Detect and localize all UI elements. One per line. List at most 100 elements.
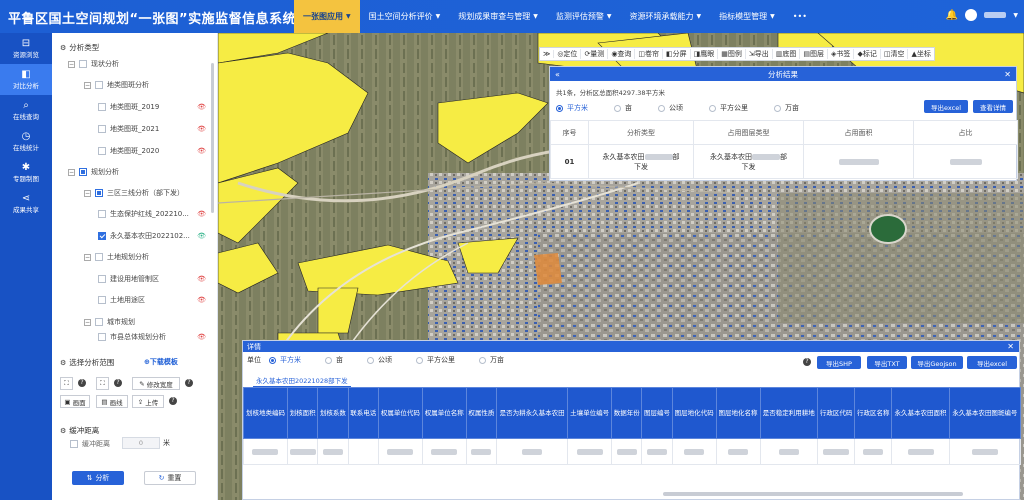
checkbox[interactable] xyxy=(95,318,103,326)
tree-node-planning[interactable]: − 规划分析 xyxy=(68,165,119,179)
tool-coordinates[interactable]: ▲坐标 xyxy=(908,49,933,59)
tree-node-eco-redline[interactable]: 生态保护红线_202210... 👁 xyxy=(98,207,212,221)
help-icon[interactable]: ? xyxy=(185,379,193,387)
draw-rectangle-button[interactable]: ⛶ xyxy=(60,377,73,390)
collapse-icon[interactable]: − xyxy=(84,318,91,326)
checkbox[interactable] xyxy=(70,440,78,448)
export-excel-button[interactable]: 导出excel xyxy=(967,356,1017,369)
buffer-distance-input[interactable]: 0 xyxy=(122,437,160,449)
help-icon[interactable]: ? xyxy=(803,358,811,366)
unit-radio-sqkm[interactable]: 平方公里 xyxy=(709,103,748,113)
tool-basemap[interactable]: ▥底图 xyxy=(773,49,801,59)
upload-button[interactable]: ⇪ 上传 xyxy=(132,395,164,408)
tool-query[interactable]: ◉查询 xyxy=(608,49,636,59)
unit-radio-mu[interactable]: 亩 xyxy=(614,103,632,113)
nav-monitoring[interactable]: 监测评估预警 ▼ xyxy=(547,0,621,33)
checkbox[interactable] xyxy=(79,60,87,68)
tool-split-screen[interactable]: ◧分屏 xyxy=(663,49,691,59)
tool-marker[interactable]: ◆标记 xyxy=(854,49,881,59)
collapse-icon[interactable]: − xyxy=(68,60,75,68)
nav-more[interactable]: ••• xyxy=(784,0,816,33)
eye-icon[interactable]: 👁 xyxy=(197,210,206,218)
rail-item-online-query[interactable]: ⌕ 在线查询 xyxy=(0,95,52,126)
eye-icon[interactable]: 👁 xyxy=(197,333,206,341)
expand-icon[interactable]: ≫ xyxy=(540,50,555,58)
unit-radio-hectare[interactable]: 公顷 xyxy=(367,355,392,365)
tool-export[interactable]: ⇲导出 xyxy=(746,49,773,59)
tree-node-city-plan[interactable]: − 城市规划 xyxy=(84,315,135,329)
eye-icon[interactable]: 👁 xyxy=(197,232,206,240)
unit-radio-hectare[interactable]: 公顷 xyxy=(658,103,683,113)
rail-item-compare-analysis[interactable]: ◧ 对比分析 xyxy=(0,64,52,95)
user-name[interactable] xyxy=(984,12,1007,18)
export-txt-button[interactable]: 导出TXT xyxy=(867,356,907,369)
checkbox[interactable] xyxy=(98,232,106,240)
help-icon[interactable]: ? xyxy=(78,379,86,387)
eye-icon[interactable]: 👁 xyxy=(197,275,206,283)
checkbox[interactable] xyxy=(98,147,106,155)
rail-item-share[interactable]: ⋖ 成果共享 xyxy=(0,188,52,219)
view-detail-button[interactable]: 查看详情 xyxy=(973,100,1013,113)
avatar[interactable] xyxy=(965,9,978,21)
collapse-icon[interactable]: − xyxy=(84,253,91,261)
table-row[interactable] xyxy=(243,438,1022,465)
tool-legend[interactable]: ▦图例 xyxy=(718,49,746,59)
tool-clear[interactable]: ◫清空 xyxy=(881,49,909,59)
collapse-icon[interactable]: − xyxy=(84,189,91,197)
rail-item-online-stats[interactable]: ◷ 在线统计 xyxy=(0,126,52,157)
nav-indicator[interactable]: 指标模型管理 ▼ xyxy=(710,0,784,33)
tool-swipe[interactable]: ◫卷帘 xyxy=(635,49,664,59)
collapse-icon[interactable]: « xyxy=(555,70,560,79)
nav-spatial-analysis[interactable]: 国土空间分析评价 ▼ xyxy=(360,0,450,33)
collapse-icon[interactable]: − xyxy=(84,81,91,89)
tree-scrollbar[interactable] xyxy=(211,63,214,213)
tree-node-land-plan[interactable]: − 土地规划分析 xyxy=(84,250,149,264)
unit-radio-wanmu[interactable]: 万亩 xyxy=(774,103,799,113)
draw-circle-button[interactable]: ⛶ xyxy=(96,377,109,390)
unit-radio-mu[interactable]: 亩 xyxy=(325,355,343,365)
checkbox[interactable] xyxy=(98,103,106,111)
nav-onemap[interactable]: 一张图应用 ▼ xyxy=(294,0,360,33)
tool-measure[interactable]: ⟳量测 xyxy=(581,49,609,59)
tree-node-landuse-2021[interactable]: 地类图斑_2021 👁 xyxy=(98,122,212,136)
tree-node-land-use-zone[interactable]: 土地用途区 👁 xyxy=(98,293,212,307)
download-template-link[interactable]: ⊕下载模板 xyxy=(144,357,178,367)
reset-button[interactable]: ↻ 重置 xyxy=(144,471,196,485)
checkbox[interactable] xyxy=(98,210,106,218)
close-icon[interactable]: ✕ xyxy=(1004,70,1011,79)
tool-bookmark[interactable]: ◈书签 xyxy=(828,49,855,59)
tree-node-construction-zone[interactable]: 建设用地管制区 👁 xyxy=(98,272,212,286)
checkbox[interactable] xyxy=(98,333,106,341)
tool-overview[interactable]: ◨鹰眼 xyxy=(691,49,719,59)
checkbox[interactable] xyxy=(95,253,103,261)
checkbox[interactable] xyxy=(95,81,103,89)
export-shp-button[interactable]: 导出SHP xyxy=(817,356,861,369)
draw-line-button[interactable]: ▤ 画线 xyxy=(96,395,128,408)
close-icon[interactable]: ✕ xyxy=(1007,342,1014,351)
table-row[interactable]: 01 永久基本农田 部下发 永久基本农田 部下发 xyxy=(550,144,1018,179)
edit-width-button[interactable]: ✎ 修改宽度 xyxy=(132,377,180,390)
unit-radio-sqm[interactable]: 平方米 xyxy=(556,103,588,113)
analyze-button[interactable]: ⇅ 分析 xyxy=(72,471,124,485)
rail-item-resource-browse[interactable]: ⊟ 资源浏览 xyxy=(0,33,52,64)
eye-icon[interactable]: 👁 xyxy=(197,147,206,155)
unit-radio-wanmu[interactable]: 万亩 xyxy=(479,355,504,365)
checkbox[interactable] xyxy=(98,125,106,133)
tree-node-city-master[interactable]: 市县总体规划分析 👁 xyxy=(98,333,212,341)
help-icon[interactable]: ? xyxy=(169,397,177,405)
tool-locate[interactable]: ◎定位 xyxy=(554,49,582,59)
eye-icon[interactable]: 👁 xyxy=(197,125,206,133)
checkbox[interactable] xyxy=(98,296,106,304)
rail-item-thematic-map[interactable]: ✱ 专题制图 xyxy=(0,157,52,188)
unit-radio-sqm[interactable]: 平方米 xyxy=(269,355,301,365)
unit-radio-sqkm[interactable]: 平方公里 xyxy=(416,355,455,365)
export-excel-button[interactable]: 导出excel xyxy=(924,100,968,113)
checkbox[interactable] xyxy=(79,168,87,176)
tool-layers[interactable]: ▤图层 xyxy=(800,49,829,59)
detail-tab-farmland[interactable]: 永久基本农田20221028部下发 xyxy=(253,374,351,387)
tree-node-status-quo[interactable]: − 现状分析 xyxy=(68,57,119,71)
bell-icon[interactable]: 🔔 xyxy=(946,10,958,21)
nav-plan-review[interactable]: 规划成果审查与管理 ▼ xyxy=(449,0,547,33)
draw-polygon-button[interactable]: ▣ 画面 xyxy=(60,395,90,408)
nav-capacity[interactable]: 资源环境承载能力 ▼ xyxy=(621,0,711,33)
